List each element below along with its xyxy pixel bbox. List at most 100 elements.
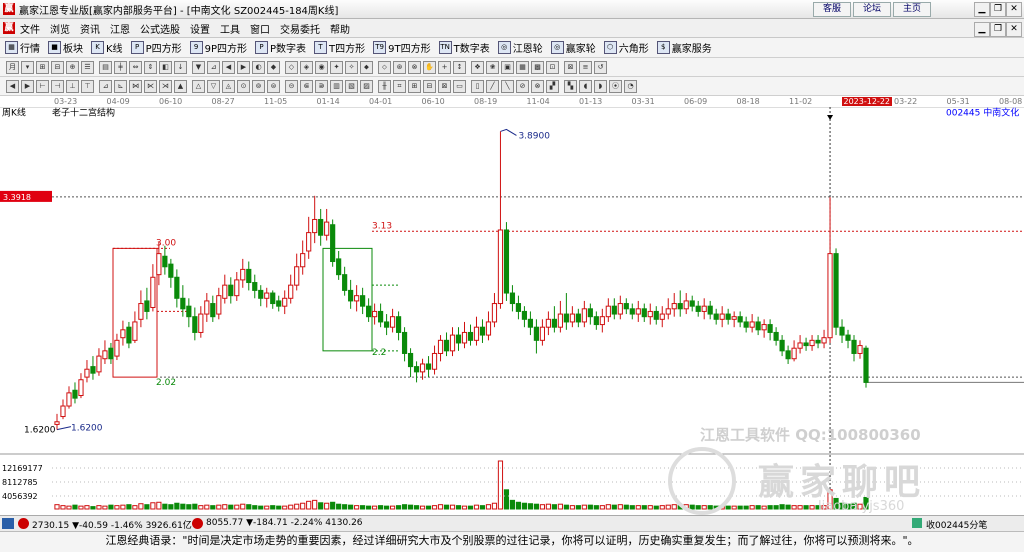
analysis-tool-icon[interactable]: △ bbox=[192, 80, 205, 93]
draw-tool-icon[interactable]: ◈ bbox=[300, 61, 313, 74]
sz-index-quote[interactable]: 8055.77 ▼-184.71 -2.24% 4130.26 bbox=[206, 518, 363, 528]
analysis-tool-icon[interactable]: ⋑ bbox=[315, 80, 328, 93]
draw-tool-icon[interactable]: ⊟ bbox=[51, 61, 64, 74]
draw-tool-icon[interactable]: ↓ bbox=[174, 61, 187, 74]
analysis-tool-icon[interactable]: ╲ bbox=[501, 80, 514, 93]
draw-tool-icon[interactable]: ⇕ bbox=[144, 61, 157, 74]
draw-tool-icon[interactable]: ⬦ bbox=[378, 61, 391, 74]
toolbar-button-12[interactable]: $ 赢家服务 bbox=[656, 40, 712, 55]
analysis-tool-icon[interactable]: ⊣ bbox=[51, 80, 64, 93]
analysis-tool-icon[interactable]: ⋐ bbox=[300, 80, 313, 93]
analysis-tool-icon[interactable]: ⋉ bbox=[144, 80, 157, 93]
mdi-close-icon[interactable]: ✕ bbox=[1006, 22, 1022, 37]
analysis-tool-icon[interactable]: ⊠ bbox=[438, 80, 451, 93]
toolbar-button-0[interactable]: ▦ 行情 bbox=[5, 40, 40, 55]
minimize-icon[interactable]: ▁ bbox=[974, 2, 990, 17]
analysis-tool-icon[interactable]: ⌗ bbox=[393, 80, 406, 93]
service-link[interactable]: 客服 bbox=[813, 2, 851, 17]
menu-file[interactable]: 文件 bbox=[20, 21, 40, 36]
draw-tool-icon[interactable]: ▩ bbox=[531, 61, 544, 74]
menu-window[interactable]: 窗口 bbox=[250, 21, 270, 36]
draw-tool-icon[interactable]: ⊡ bbox=[546, 61, 559, 74]
draw-tool-icon[interactable]: ⬥ bbox=[360, 61, 373, 74]
draw-tool-icon[interactable]: ╪ bbox=[114, 61, 127, 74]
draw-tool-icon[interactable]: ▤ bbox=[99, 61, 112, 74]
draw-tool-icon[interactable]: ▣ bbox=[501, 61, 514, 74]
draw-tool-icon[interactable]: ◆ bbox=[267, 61, 280, 74]
toolbar-button-5[interactable]: P P数字表 bbox=[255, 40, 306, 55]
draw-tool-icon[interactable]: ↺ bbox=[594, 61, 607, 74]
analysis-tool-icon[interactable]: ⊟ bbox=[423, 80, 436, 93]
analysis-tool-icon[interactable]: ⊜ bbox=[267, 80, 280, 93]
analysis-tool-icon[interactable]: ▨ bbox=[360, 80, 373, 93]
draw-tool-icon[interactable]: ◧ bbox=[159, 61, 172, 74]
draw-tool-icon[interactable]: ▾ bbox=[21, 61, 34, 74]
menu-formula[interactable]: 公式选股 bbox=[140, 21, 180, 36]
analysis-tool-icon[interactable]: ▯ bbox=[471, 80, 484, 93]
analysis-tool-icon[interactable]: ▽ bbox=[207, 80, 220, 93]
menu-help[interactable]: 帮助 bbox=[330, 21, 350, 36]
analysis-tool-icon[interactable]: ⊢ bbox=[36, 80, 49, 93]
draw-tool-icon[interactable]: ☰ bbox=[81, 61, 94, 74]
analysis-tool-icon[interactable]: ▥ bbox=[330, 80, 343, 93]
maximize-icon[interactable]: ❐ bbox=[990, 2, 1006, 17]
draw-tool-icon[interactable]: ◇ bbox=[285, 61, 298, 74]
close-icon[interactable]: ✕ bbox=[1006, 2, 1022, 17]
draw-tool-icon[interactable]: ▼ bbox=[192, 61, 205, 74]
draw-tool-icon[interactable]: 月 bbox=[6, 61, 19, 74]
draw-tool-icon[interactable]: ▦ bbox=[516, 61, 529, 74]
draw-tool-icon[interactable]: ❖ bbox=[471, 61, 484, 74]
analysis-tool-icon[interactable]: ⊤ bbox=[81, 80, 94, 93]
analysis-tool-icon[interactable]: ▚ bbox=[564, 80, 577, 93]
toolbar-button-6[interactable]: T T四方形 bbox=[314, 40, 365, 55]
analysis-tool-icon[interactable]: ▞ bbox=[546, 80, 559, 93]
analysis-tool-icon[interactable]: ▲ bbox=[174, 80, 187, 93]
draw-tool-icon[interactable]: ✧ bbox=[345, 61, 358, 74]
toolbar-button-9[interactable]: ◎ 江恩轮 bbox=[497, 40, 543, 55]
analysis-tool-icon[interactable]: ⋊ bbox=[159, 80, 172, 93]
analysis-tool-icon[interactable]: ⊥ bbox=[66, 80, 79, 93]
analysis-tool-icon[interactable]: ╱ bbox=[486, 80, 499, 93]
menu-settings[interactable]: 设置 bbox=[190, 21, 210, 36]
menu-info[interactable]: 资讯 bbox=[80, 21, 100, 36]
toolbar-button-3[interactable]: P P四方形 bbox=[130, 40, 182, 55]
analysis-tool-icon[interactable]: ⊝ bbox=[285, 80, 298, 93]
analysis-tool-icon[interactable]: ⊿ bbox=[99, 80, 112, 93]
draw-tool-icon[interactable]: ⊠ bbox=[564, 61, 577, 74]
analysis-tool-icon[interactable]: ◗ bbox=[594, 80, 607, 93]
draw-tool-icon[interactable]: ✦ bbox=[330, 61, 343, 74]
draw-tool-icon[interactable]: ↕ bbox=[453, 61, 466, 74]
draw-tool-icon[interactable]: ⇔ bbox=[129, 61, 142, 74]
toolbar-button-2[interactable]: K K线 bbox=[91, 40, 123, 55]
forum-link[interactable]: 论坛 bbox=[853, 2, 891, 17]
draw-tool-icon[interactable]: ⊿ bbox=[207, 61, 220, 74]
toolbar-button-8[interactable]: TN T数字表 bbox=[438, 40, 490, 55]
analysis-tool-icon[interactable]: ⋈ bbox=[129, 80, 142, 93]
draw-tool-icon[interactable]: ✋ bbox=[423, 61, 436, 74]
analysis-tool-icon[interactable]: ⊚ bbox=[252, 80, 265, 93]
draw-tool-icon[interactable]: ◐ bbox=[252, 61, 265, 74]
analysis-tool-icon[interactable]: ⊾ bbox=[114, 80, 127, 93]
sh-index-quote[interactable]: 2730.15 ▼-40.59 -1.46% 3926.61亿 bbox=[32, 518, 192, 531]
draw-tool-icon[interactable]: ❀ bbox=[486, 61, 499, 74]
mdi-restore-icon[interactable]: ❐ bbox=[990, 22, 1006, 37]
analysis-tool-icon[interactable]: ⊙ bbox=[237, 80, 250, 93]
toolbar-button-7[interactable]: T9 9T四方形 bbox=[373, 40, 431, 55]
draw-tool-icon[interactable]: ▶ bbox=[237, 61, 250, 74]
draw-tool-icon[interactable]: ◉ bbox=[315, 61, 328, 74]
homepage-link[interactable]: 主页 bbox=[893, 2, 931, 17]
draw-tool-icon[interactable]: ⊗ bbox=[408, 61, 421, 74]
menu-tools[interactable]: 工具 bbox=[220, 21, 240, 36]
analysis-tool-icon[interactable]: ◬ bbox=[222, 80, 235, 93]
menu-trade[interactable]: 交易委托 bbox=[280, 21, 320, 36]
analysis-tool-icon[interactable]: ◀ bbox=[6, 80, 19, 93]
analysis-tool-icon[interactable]: ⊘ bbox=[516, 80, 529, 93]
analysis-tool-icon[interactable]: ◔ bbox=[624, 80, 637, 93]
toolbar-button-4[interactable]: 9 9P四方形 bbox=[189, 40, 247, 55]
analysis-tool-icon[interactable]: ▧ bbox=[345, 80, 358, 93]
draw-tool-icon[interactable]: ≡ bbox=[579, 61, 592, 74]
analysis-tool-icon[interactable]: ◖ bbox=[579, 80, 592, 93]
menu-gann[interactable]: 江恩 bbox=[110, 21, 130, 36]
menu-browse[interactable]: 浏览 bbox=[50, 21, 70, 36]
analysis-tool-icon[interactable]: ▭ bbox=[453, 80, 466, 93]
